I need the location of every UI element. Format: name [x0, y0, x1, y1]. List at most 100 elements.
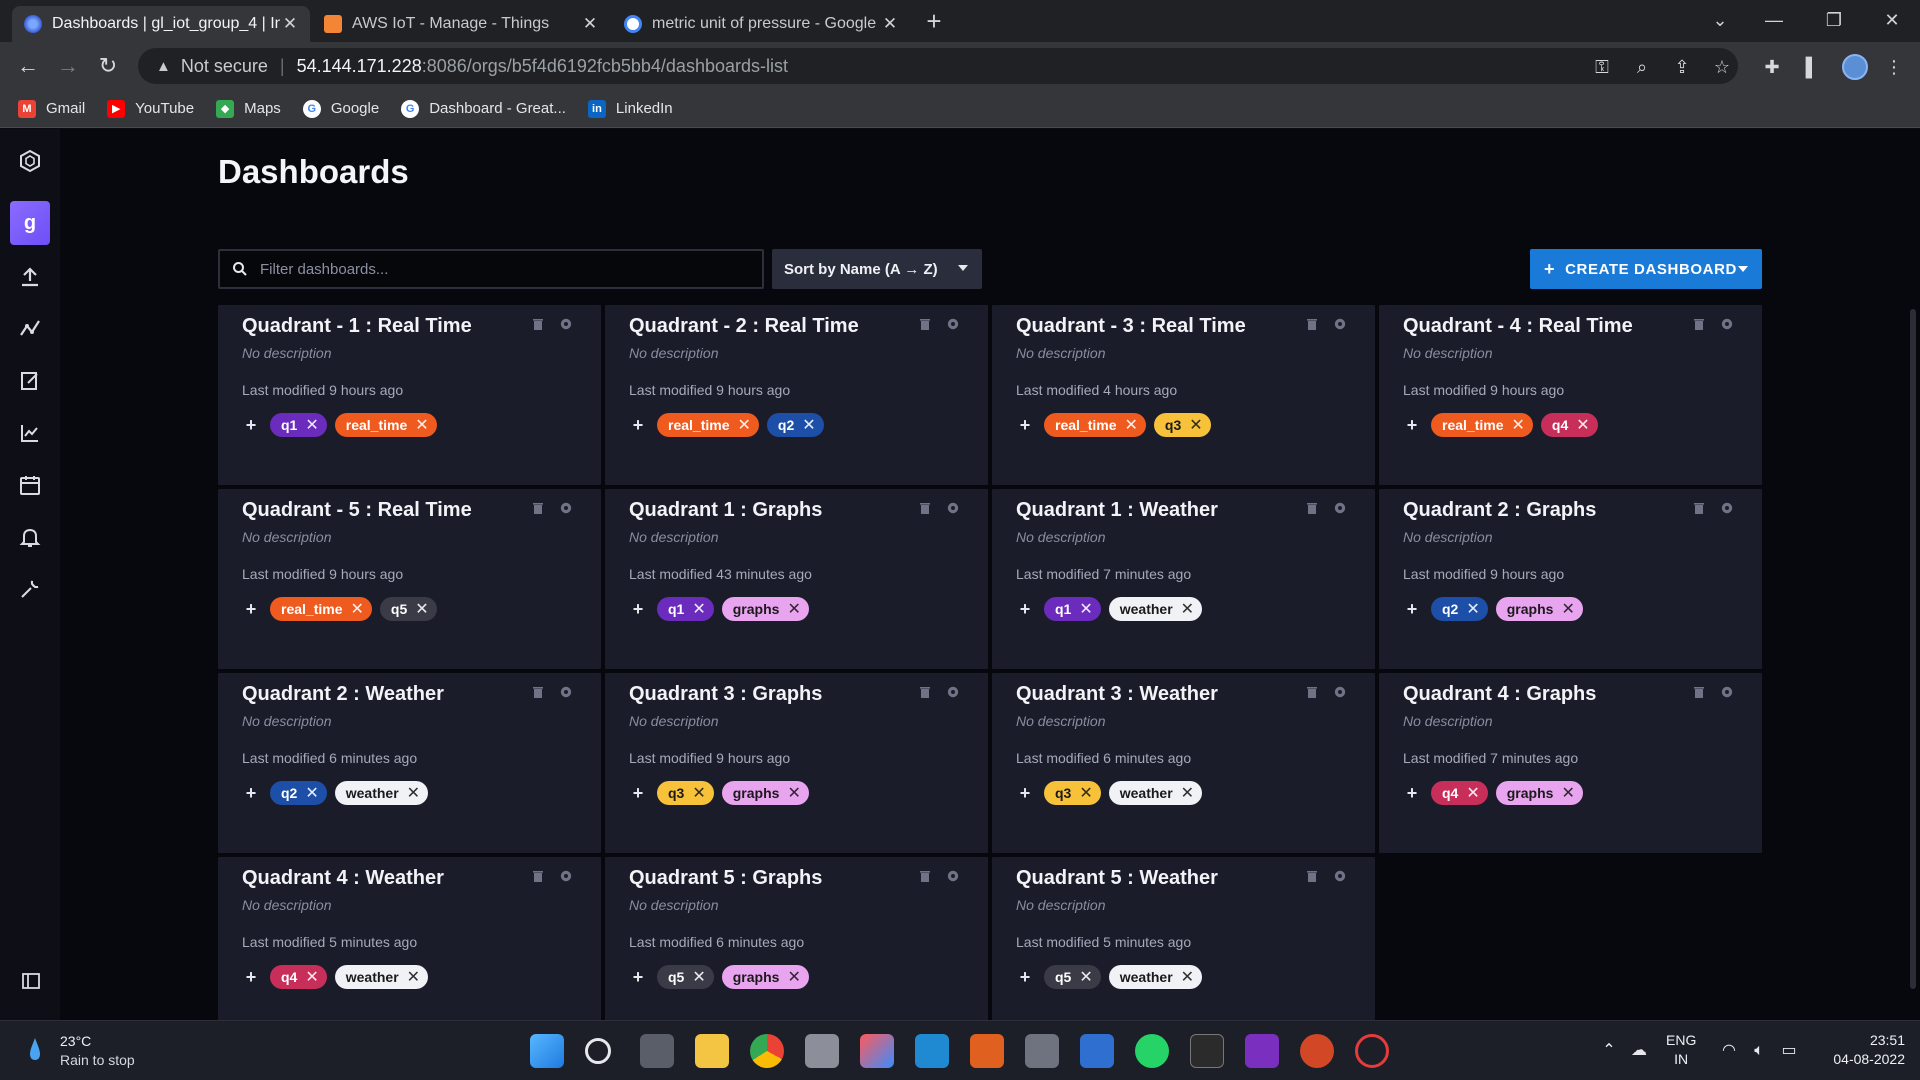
zoom-icon[interactable]: ⌕ [1630, 55, 1654, 79]
browser-tab-google[interactable]: metric unit of pressure - Google S ✕ [612, 6, 910, 42]
gear-icon[interactable] [946, 869, 960, 883]
dashboard-name-link[interactable]: Quadrant - 1 : Real Time [242, 315, 577, 341]
close-icon[interactable]: ✕ [880, 14, 900, 34]
delete-trash-icon[interactable] [1305, 869, 1319, 883]
remove-tag-icon[interactable]: ✕ [305, 967, 318, 987]
remove-tag-icon[interactable]: ✕ [407, 783, 420, 803]
label-tag[interactable]: q3 ✕ [1044, 781, 1101, 805]
collapse-nav-icon[interactable] [22, 973, 40, 989]
remove-tag-icon[interactable]: ✕ [1181, 599, 1194, 619]
label-tag[interactable]: graphs ✕ [721, 965, 809, 989]
dashboard-name-link[interactable]: Quadrant - 5 : Real Time [242, 499, 577, 525]
delete-trash-icon[interactable] [1692, 501, 1706, 515]
label-tag[interactable]: q2 ✕ [1431, 597, 1488, 621]
label-tag[interactable]: q3 ✕ [657, 781, 714, 805]
remove-tag-icon[interactable]: ✕ [1079, 967, 1092, 987]
alerts-bell-icon[interactable] [8, 515, 52, 559]
label-tag[interactable]: q1 ✕ [1044, 597, 1101, 621]
language-indicator[interactable]: ENG IN [1666, 1031, 1696, 1069]
app-icon[interactable] [970, 1034, 1004, 1068]
remove-tag-icon[interactable]: ✕ [1576, 415, 1589, 435]
label-tag[interactable]: q4 ✕ [1431, 781, 1488, 805]
dashboard-card[interactable]: Quadrant - 4 : Real Time No description La… [1379, 305, 1762, 485]
dashboard-name-link[interactable]: Quadrant - 2 : Real Time [629, 315, 964, 341]
label-tag[interactable]: graphs ✕ [721, 597, 809, 621]
delete-trash-icon[interactable] [1692, 317, 1706, 331]
dashboard-card[interactable]: Quadrant 3 : Graphs No description Last mo… [605, 673, 988, 853]
label-tag[interactable]: graphs ✕ [1495, 781, 1583, 805]
remove-tag-icon[interactable]: ✕ [305, 783, 318, 803]
add-tag-icon[interactable]: + [629, 415, 647, 436]
gear-icon[interactable] [1720, 317, 1734, 331]
share-icon[interactable]: ⇪ [1670, 55, 1694, 79]
remove-tag-icon[interactable]: ✕ [1181, 967, 1194, 987]
dashboard-name-link[interactable]: Quadrant 5 : Graphs [629, 867, 964, 893]
dashboard-name-link[interactable]: Quadrant 3 : Weather [1016, 683, 1351, 709]
delete-trash-icon[interactable] [918, 317, 932, 331]
dashboard-card[interactable]: Quadrant - 2 : Real Time No description La… [605, 305, 988, 485]
label-tag[interactable]: weather ✕ [1108, 597, 1203, 621]
dashboard-description[interactable]: No description [629, 529, 964, 545]
dashboard-description[interactable]: No description [1403, 713, 1738, 729]
dashboard-card[interactable]: Quadrant - 5 : Real Time No description La… [218, 489, 601, 669]
label-tag[interactable]: q5 ✕ [657, 965, 714, 989]
dashboard-description[interactable]: No description [242, 529, 577, 545]
remove-tag-icon[interactable]: ✕ [305, 415, 318, 435]
add-tag-icon[interactable]: + [1016, 967, 1034, 988]
settings-wrench-icon[interactable] [8, 567, 52, 611]
remove-tag-icon[interactable]: ✕ [1079, 783, 1092, 803]
remove-tag-icon[interactable]: ✕ [1511, 415, 1524, 435]
filter-dashboards[interactable] [218, 249, 764, 289]
tasks-calendar-icon[interactable] [8, 463, 52, 507]
remove-tag-icon[interactable]: ✕ [1466, 599, 1479, 619]
create-dashboard-button[interactable]: + CREATE DASHBOARD [1530, 249, 1762, 289]
remove-tag-icon[interactable]: ✕ [692, 967, 705, 987]
remove-tag-icon[interactable]: ✕ [1181, 783, 1194, 803]
dashboard-card[interactable]: Quadrant 4 : Graphs No description Last mo… [1379, 673, 1762, 853]
gear-icon[interactable] [1333, 869, 1347, 883]
add-tag-icon[interactable]: + [1403, 415, 1421, 436]
file-explorer-icon[interactable] [695, 1034, 729, 1068]
address-bar[interactable]: ▲ Not secure | 54.144.171.228 :8086/orgs… [138, 48, 1738, 84]
add-tag-icon[interactable]: + [242, 599, 260, 620]
add-tag-icon[interactable]: + [1403, 599, 1421, 620]
forward-icon[interactable]: → [52, 50, 84, 82]
influx-logo-icon[interactable] [8, 139, 52, 183]
gear-icon[interactable] [1333, 501, 1347, 515]
powerpoint-icon[interactable] [1300, 1034, 1334, 1068]
remove-tag-icon[interactable]: ✕ [737, 415, 750, 435]
delete-trash-icon[interactable] [531, 685, 545, 699]
dashboard-name-link[interactable]: Quadrant 5 : Weather [1016, 867, 1351, 893]
dashboard-description[interactable]: No description [242, 897, 577, 913]
delete-trash-icon[interactable] [918, 501, 932, 515]
profile-avatar[interactable] [1842, 54, 1868, 80]
dashboard-description[interactable]: No description [1403, 345, 1738, 361]
remove-tag-icon[interactable]: ✕ [692, 599, 705, 619]
label-tag[interactable]: weather ✕ [334, 965, 429, 989]
chevron-up-icon[interactable]: ⌃ [1598, 1040, 1620, 1062]
remove-tag-icon[interactable]: ✕ [787, 967, 800, 987]
browser-tab-aws[interactable]: AWS IoT - Manage - Things ✕ [312, 6, 610, 42]
remove-tag-icon[interactable]: ✕ [350, 599, 363, 619]
side-panel-icon[interactable]: ▌ [1800, 55, 1824, 79]
add-tag-icon[interactable]: + [1403, 783, 1421, 804]
remove-tag-icon[interactable]: ✕ [415, 599, 428, 619]
dashboard-description[interactable]: No description [629, 897, 964, 913]
label-tag[interactable]: q3 ✕ [1153, 413, 1211, 437]
dashboard-card[interactable]: Quadrant - 3 : Real Time No description La… [992, 305, 1375, 485]
browser-tab-influx[interactable]: Dashboards | gl_iot_group_4 | Inf ✕ [12, 6, 310, 42]
remove-tag-icon[interactable]: ✕ [787, 599, 800, 619]
label-tag[interactable]: q4 ✕ [270, 965, 327, 989]
label-tag[interactable]: q2 ✕ [270, 781, 327, 805]
remove-tag-icon[interactable]: ✕ [407, 967, 420, 987]
dashboard-card[interactable]: Quadrant 1 : Graphs No description Last mo… [605, 489, 988, 669]
label-tag[interactable]: weather ✕ [334, 781, 429, 805]
label-tag[interactable]: real_time ✕ [657, 413, 759, 437]
dashboard-description[interactable]: No description [242, 345, 577, 361]
label-tag[interactable]: q2 ✕ [766, 413, 824, 437]
label-tag[interactable]: q5 ✕ [379, 597, 437, 621]
data-explorer-icon[interactable] [8, 307, 52, 351]
minimize-button[interactable]: — [1746, 0, 1802, 40]
photos-icon[interactable] [860, 1034, 894, 1068]
delete-trash-icon[interactable] [531, 501, 545, 515]
